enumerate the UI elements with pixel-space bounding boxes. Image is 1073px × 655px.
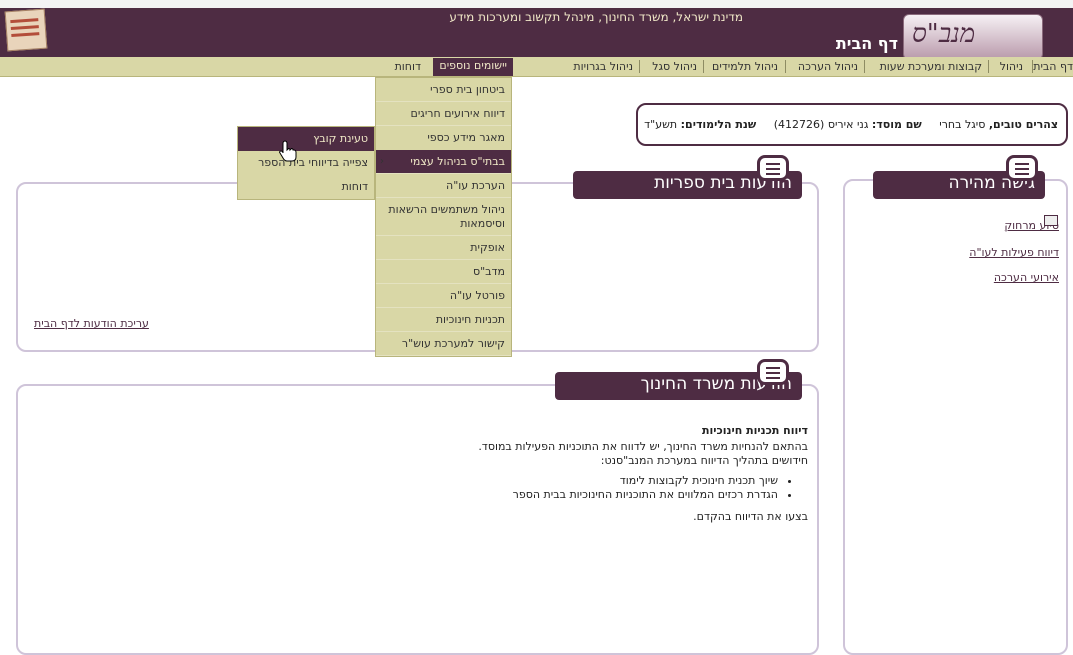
menu-item-reports[interactable]: דוחות — [395, 60, 421, 73]
edit-home-messages-link[interactable]: עריכת הודעות לדף הבית — [34, 317, 149, 330]
user-name: סיגל בחרי — [939, 118, 986, 131]
menu-item-ofek[interactable]: אופקית — [376, 236, 511, 260]
institution-label: שם מוסד: — [871, 118, 922, 131]
list-item: שיוך תכנית חינוכית לקבוצות לימוד — [368, 474, 778, 488]
page-title: דף הבית — [835, 34, 898, 53]
menu-item-upload-file[interactable]: טעינת קובץ — [238, 127, 374, 151]
message-closing: בצעו את הדיווח בהקדם. — [693, 510, 808, 523]
menu-item-school-security[interactable]: ביטחון בית ספרי — [376, 78, 511, 102]
list-item: הגדרת רכזים המלווים את התוכניות החינוכיו… — [368, 488, 778, 502]
chevron-left-icon: ‹ — [380, 156, 384, 167]
menu-item-exceptional-events[interactable]: דיווח אירועים חריגים — [376, 102, 511, 126]
hand-pointer-icon — [279, 140, 297, 162]
menu-separator — [1032, 60, 1033, 73]
book-icon — [4, 8, 48, 52]
menu-item-management[interactable]: ניהול — [1000, 60, 1023, 73]
menu-item-teacher-eval[interactable]: הערכת עו"ה — [376, 174, 511, 198]
menu-separator — [785, 60, 786, 73]
speech-bubble-icon — [1006, 155, 1038, 181]
menu-item-matriculation[interactable]: ניהול בגרויות — [573, 60, 633, 73]
menu-item-label: מאגר מידע כספי — [427, 131, 505, 144]
menu-separator — [988, 60, 989, 73]
menu-item-assessment[interactable]: ניהול הערכה — [798, 60, 858, 73]
activity-report-link[interactable]: דיווח פעילות לעו"ה — [969, 246, 1059, 259]
school-year-value: תשע"ד — [644, 118, 678, 131]
school-info-text: צהרים טובים, סיגל בחרי שם מוסד: גני אירי… — [644, 118, 1058, 131]
message-bullets: שיוך תכנית חינוכית לקבוצות לימוד הגדרת ר… — [368, 474, 792, 502]
institution-value: גני איריס (412726) — [773, 118, 869, 131]
menu-item-groups-schedule[interactable]: קבוצות ומערכת שעות — [880, 60, 982, 73]
app-header: מדינת ישראל, משרד החינוך, מינהל תקשוב ומ… — [0, 0, 1073, 60]
menu-separator — [639, 60, 640, 73]
header-top-stripe — [0, 0, 1073, 8]
school-year-label: שנת הלימודים: — [680, 118, 757, 131]
speech-bubble-icon — [757, 359, 789, 385]
main-menu-bar: דף הבית ניהול קבוצות ומערכת שעות ניהול ה… — [0, 57, 1073, 77]
menu-item-view-school-reports[interactable]: צפייה בדיווחי בית הספר — [238, 151, 374, 175]
self-managed-submenu: טעינת קובץ צפייה בדיווחי בית הספר דוחות — [237, 126, 375, 200]
menu-item-user-management[interactable]: ניהול משתמשים הרשאות וסיסמאות — [376, 198, 511, 236]
menu-item-students[interactable]: ניהול תלמידים — [712, 60, 778, 73]
menu-separator — [703, 60, 704, 73]
menu-item-teacher-portal[interactable]: פורטל עו"ה — [376, 284, 511, 308]
message-line: בהתאם להנחיות משרד החינוך, יש לדווח את ה… — [478, 440, 808, 453]
message-line: חידושים בתהליך הדיווח במערכת המנב"סנט: — [600, 454, 808, 467]
menu-item-label: בבתי"ס בניהול עצמי — [410, 155, 505, 168]
menu-item-reports[interactable]: דוחות — [238, 175, 374, 199]
more-apps-dropdown: ביטחון בית ספרי דיווח אירועים חריגים מאג… — [375, 77, 512, 357]
menu-item-oshar-link[interactable]: קישור למערכת עוש"ר — [376, 332, 511, 356]
menu-item-madbas[interactable]: מדב"ס — [376, 260, 511, 284]
ministry-message-body: דיווח תכניות חינוכיות בהתאם להנחיות משרד… — [368, 424, 808, 524]
menu-item-more-apps[interactable]: יישומים נוספים — [433, 58, 513, 76]
menu-item-financial-db[interactable]: מאגר מידע כספי — [376, 126, 511, 150]
menu-item-staff[interactable]: ניהול סגל — [652, 60, 697, 73]
speech-bubble-icon — [757, 155, 789, 181]
menu-item-home[interactable]: דף הבית — [1033, 60, 1073, 73]
header-subtitle: מדינת ישראל, משרד החינוך, מינהל תקשוב ומ… — [449, 10, 743, 24]
menu-item-self-managed[interactable]: בבתי"ס בניהול עצמי ‹ — [376, 150, 511, 174]
menu-separator — [864, 60, 865, 73]
message-heading: דיווח תכניות חינוכיות — [701, 424, 808, 437]
mnbs-logo[interactable]: מנב"ס — [903, 14, 1043, 60]
assessment-events-link[interactable]: אירועי הערכה — [994, 271, 1059, 284]
window-icon — [1044, 215, 1058, 226]
logo-text: מנב"ס — [912, 19, 976, 49]
menu-item-edu-programs[interactable]: תכניות חינוכיות — [376, 308, 511, 332]
greeting: צהרים טובים, — [988, 118, 1058, 131]
school-info-bar: צהרים טובים, סיגל בחרי שם מוסד: גני אירי… — [636, 103, 1068, 146]
